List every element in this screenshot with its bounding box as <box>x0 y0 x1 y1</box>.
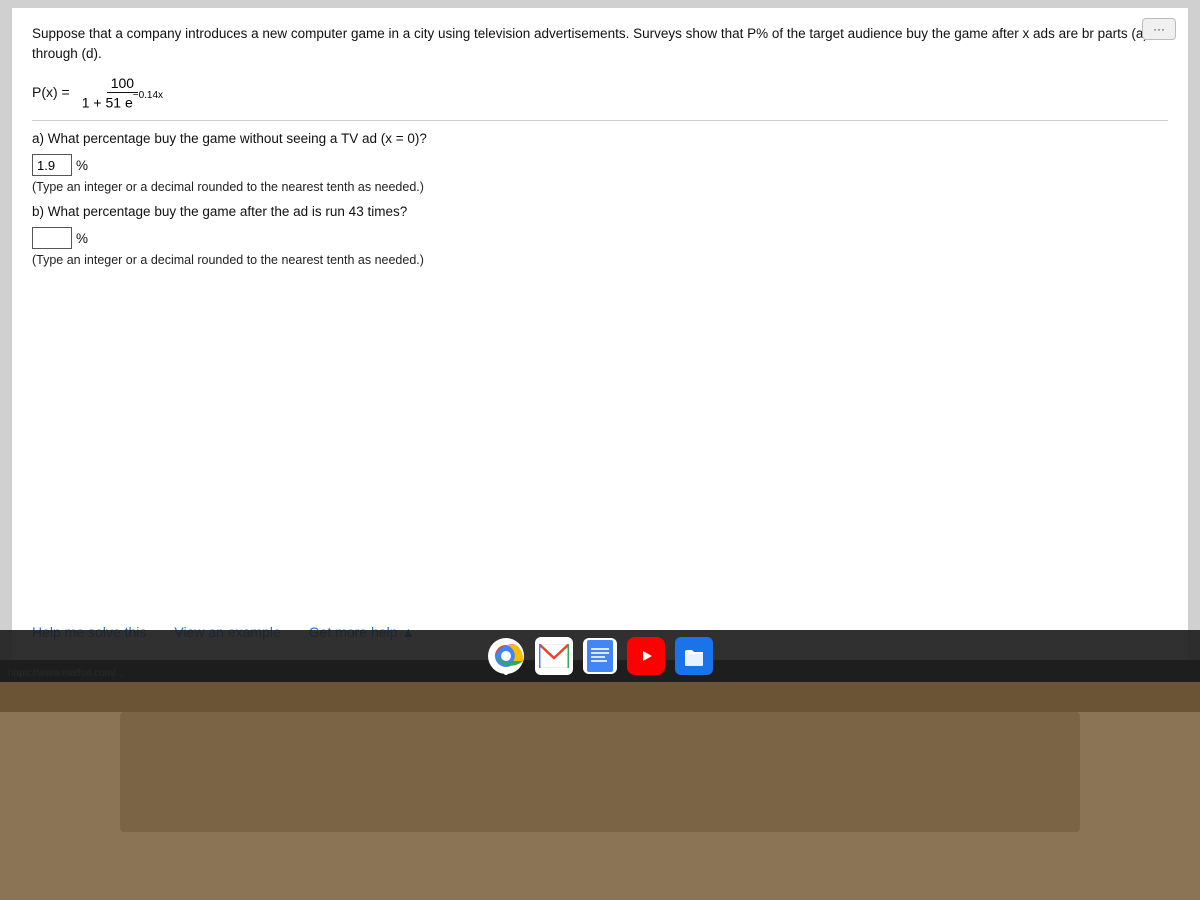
laptop-keyboard <box>120 712 1080 832</box>
part-a-percent: % <box>76 158 88 173</box>
part-a-question: a) What percentage buy the game without … <box>32 131 1168 146</box>
part-b-input[interactable] <box>32 227 72 249</box>
part-a-section: a) What percentage buy the game without … <box>32 131 1168 194</box>
taskbar-files-icon[interactable] <box>675 637 713 675</box>
formula-label: P(x) = <box>32 84 70 100</box>
gmail-svg <box>539 644 569 668</box>
laptop-base <box>0 682 1200 900</box>
youtube-svg <box>632 646 660 666</box>
part-b-answer-row: % <box>32 227 1168 249</box>
laptop-hinge <box>0 682 1200 712</box>
taskbar <box>0 630 1200 682</box>
part-a-instruction: (Type an integer or a decimal rounded to… <box>32 180 1168 194</box>
part-a-input[interactable] <box>32 154 72 176</box>
part-b-section: b) What percentage buy the game after th… <box>32 204 1168 267</box>
taskbar-gmail-icon[interactable] <box>535 637 573 675</box>
chrome-svg <box>488 638 524 674</box>
part-b-instruction: (Type an integer or a decimal rounded to… <box>32 253 1168 267</box>
part-b-question: b) What percentage buy the game after th… <box>32 204 1168 219</box>
taskbar-docs-icon[interactable] <box>583 638 617 674</box>
formula-denominator: 1 + 51 e−0.14x <box>78 93 167 111</box>
formula-exponent: −0.14x <box>133 90 163 101</box>
part-a-answer-row: % <box>32 154 1168 176</box>
divider <box>32 120 1168 121</box>
formula-block: P(x) = 100 1 + 51 e−0.14x <box>32 75 1168 111</box>
more-options-button[interactable]: ··· <box>1142 18 1176 40</box>
content-area: ··· Suppose that a company introduces a … <box>12 8 1188 660</box>
taskbar-youtube-icon[interactable] <box>627 637 665 675</box>
formula-fraction: 100 1 + 51 e−0.14x <box>78 75 167 111</box>
files-svg <box>680 642 708 670</box>
problem-intro: Suppose that a company introduces a new … <box>32 24 1168 65</box>
screen: ··· Suppose that a company introduces a … <box>0 0 1200 660</box>
docs-svg <box>587 640 613 672</box>
part-b-percent: % <box>76 231 88 246</box>
taskbar-chrome-icon[interactable] <box>487 637 525 675</box>
